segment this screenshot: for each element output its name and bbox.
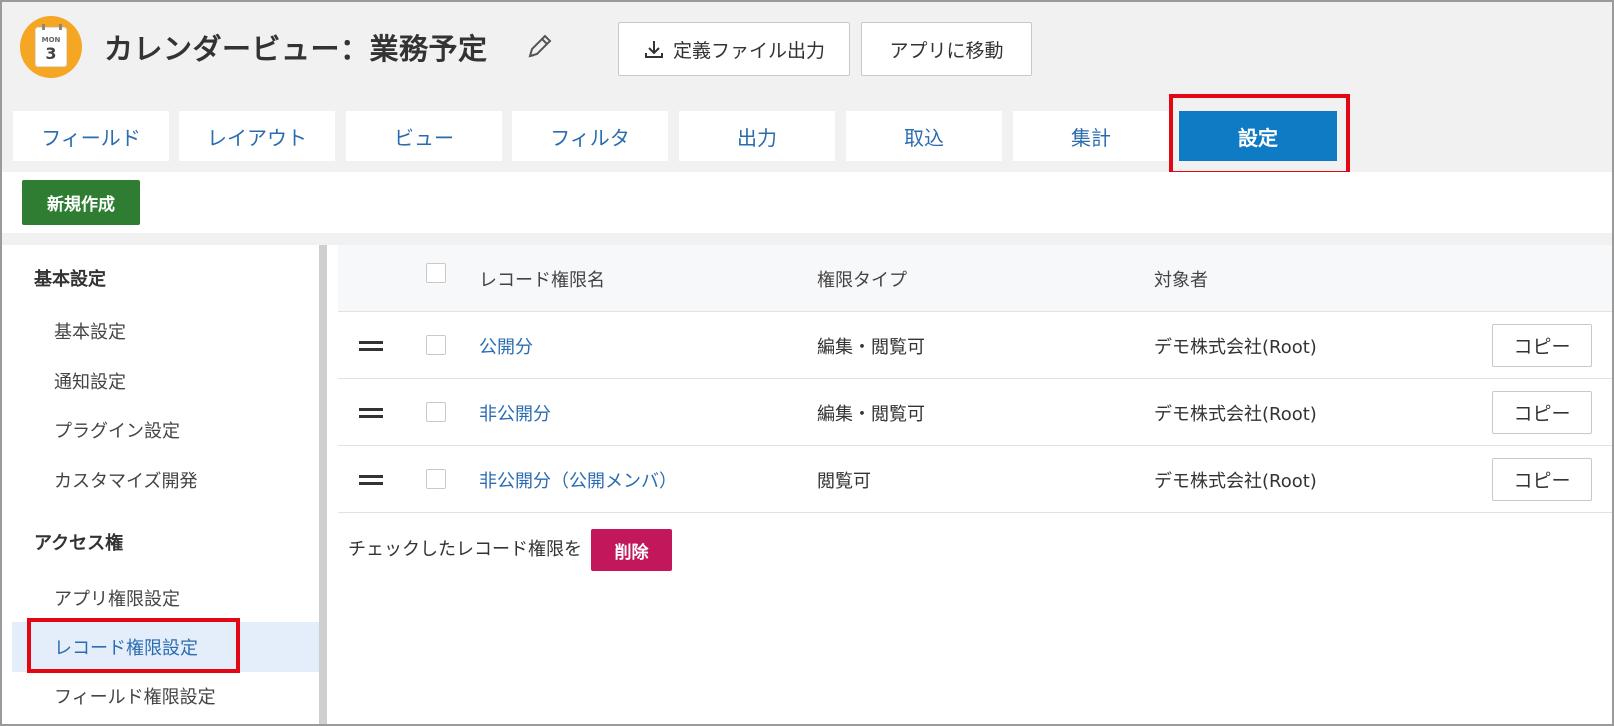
table-row: 公開分 編集・閲覧可 デモ株式会社(Root) コピー [338, 312, 1612, 379]
permission-type: 編集・閲覧可 [817, 404, 925, 425]
tab-output[interactable]: 出力 [679, 111, 835, 161]
delete-button[interactable]: 削除 [591, 529, 672, 571]
action-row: 新規作成 [2, 172, 1612, 233]
export-definition-label: 定義ファイル出力 [672, 39, 825, 62]
tab-view[interactable]: ビュー [346, 111, 502, 161]
row-checkbox[interactable] [426, 469, 446, 489]
calendar-month: MON [41, 36, 61, 44]
tab-import[interactable]: 取込 [846, 111, 1002, 161]
sidebar-scrollbar[interactable] [319, 245, 327, 724]
record-permission-link[interactable]: 非公開分 [479, 400, 551, 426]
permission-target: デモ株式会社(Root) [1154, 337, 1317, 358]
sidebar-item-field-permission[interactable]: フィールド権限設定 [54, 683, 216, 709]
calendar-icon: MON 3 [35, 24, 67, 67]
sidebar-item-app-permission[interactable]: アプリ権限設定 [54, 585, 180, 611]
window-frame: MON 3 カレンダービュー：業務予定 定義ファイル出力 アプリに移動 フィール… [0, 0, 1614, 726]
highlight-record-permission [27, 618, 240, 673]
new-button[interactable]: 新規作成 [22, 180, 140, 225]
permission-type: 編集・閲覧可 [817, 337, 925, 358]
copy-button[interactable]: コピー [1492, 458, 1592, 501]
calendar-rings [42, 24, 62, 30]
column-header-target: 対象者 [1154, 270, 1208, 291]
sidebar-item-customize[interactable]: カスタマイズ開発 [54, 467, 197, 493]
record-permission-link[interactable]: 非公開分（公開メンバ） [479, 467, 677, 493]
pencil-icon[interactable] [524, 30, 554, 64]
row-checkbox[interactable] [426, 335, 446, 355]
sidebar-item-notification[interactable]: 通知設定 [54, 368, 126, 394]
select-all-checkbox[interactable] [426, 263, 446, 283]
drag-handle-icon[interactable] [359, 341, 383, 351]
drag-handle-icon[interactable] [359, 408, 383, 418]
highlight-settings-tab [1169, 94, 1350, 175]
row-checkbox[interactable] [426, 402, 446, 422]
export-definition-button[interactable]: 定義ファイル出力 [618, 22, 850, 76]
page-title: カレンダービュー：業務予定 [104, 32, 488, 66]
tab-fields[interactable]: フィールド [13, 111, 169, 161]
column-header-type: 権限タイプ [817, 270, 907, 291]
sidebar-item-basic-settings[interactable]: 基本設定 [54, 318, 126, 344]
calendar-app-icon: MON 3 [20, 16, 82, 78]
sidebar-item-plugin[interactable]: プラグイン設定 [54, 417, 180, 443]
sidebar-heading-basic: 基本設定 [34, 269, 106, 290]
permission-type: 閲覧可 [817, 471, 871, 492]
goto-app-button[interactable]: アプリに移動 [861, 22, 1032, 76]
tab-aggregate[interactable]: 集計 [1013, 111, 1169, 161]
permission-target: デモ株式会社(Root) [1154, 404, 1317, 425]
bulk-action-text: チェックしたレコード権限を [348, 539, 582, 560]
column-header-name: レコード権限名 [479, 270, 605, 291]
calendar-day: 3 [45, 44, 57, 63]
header-bar: MON 3 カレンダービュー：業務予定 定義ファイル出力 アプリに移動 フィール… [2, 2, 1612, 172]
download-icon [644, 41, 663, 58]
table-header: レコード権限名 権限タイプ 対象者 [338, 245, 1612, 312]
separator [2, 233, 1612, 245]
sidebar-heading-access: アクセス権 [34, 533, 124, 554]
tab-filter[interactable]: フィルタ [512, 111, 668, 161]
table-row: 非公開分（公開メンバ） 閲覧可 デモ株式会社(Root) コピー [338, 446, 1612, 513]
copy-button[interactable]: コピー [1492, 391, 1592, 434]
table-row: 非公開分 編集・閲覧可 デモ株式会社(Root) コピー [338, 379, 1612, 446]
permission-target: デモ株式会社(Root) [1154, 471, 1317, 492]
record-permission-link[interactable]: 公開分 [479, 333, 533, 359]
copy-button[interactable]: コピー [1492, 324, 1592, 367]
tab-layout[interactable]: レイアウト [179, 111, 335, 161]
drag-handle-icon[interactable] [359, 475, 383, 485]
